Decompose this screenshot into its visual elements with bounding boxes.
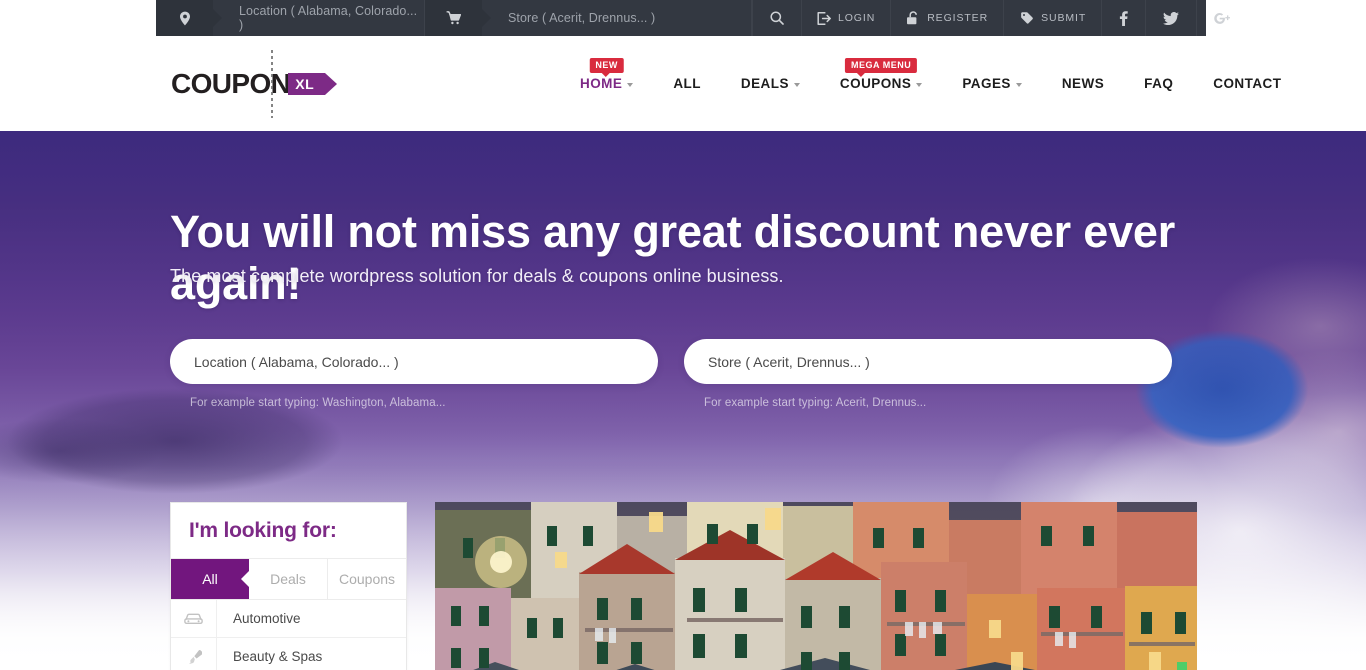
tab-deals-label: Deals bbox=[270, 571, 306, 587]
nav-item-coupons[interactable]: MEGA MENU COUPONS bbox=[820, 36, 942, 131]
top-bar-store-field[interactable]: Store ( Acerit, Drennus... ) bbox=[482, 0, 752, 36]
promo-image-graphic bbox=[435, 502, 1197, 670]
site-header: COUPON XL NEW HOME ALL DEALS MEGA MENU C… bbox=[0, 36, 1366, 131]
google-plus-icon bbox=[1214, 12, 1231, 25]
logo-tag-badge: XL bbox=[288, 72, 338, 95]
tag-icon bbox=[1019, 11, 1034, 25]
top-bar-search-button[interactable] bbox=[752, 0, 801, 36]
hero-search-row: For example start typing: Washington, Al… bbox=[170, 339, 1172, 409]
top-bar-register-label: REGISTER bbox=[927, 12, 989, 25]
content-section: I'm looking for: All Deals Coupons Autom… bbox=[0, 502, 1366, 670]
hero-location-input[interactable] bbox=[170, 339, 658, 384]
tab-coupons-label: Coupons bbox=[338, 571, 396, 587]
hero-store-hint: For example start typing: Acerit, Drennu… bbox=[704, 397, 927, 409]
hero-subheading: The most complete wordpress solution for… bbox=[170, 266, 784, 286]
nav-item-all-label: ALL bbox=[673, 76, 701, 91]
top-bar-login-button[interactable]: LOGIN bbox=[801, 0, 890, 36]
nav-item-news[interactable]: NEWS bbox=[1042, 36, 1124, 131]
promo-image[interactable] bbox=[435, 502, 1197, 670]
nav-item-deals-label: DEALS bbox=[740, 76, 789, 91]
category-row-beauty-spas[interactable]: Beauty & Spas bbox=[171, 638, 406, 670]
nav-item-contact[interactable]: CONTACT bbox=[1193, 36, 1301, 131]
top-bar-facebook-button[interactable] bbox=[1101, 0, 1145, 36]
nav-item-all[interactable]: ALL bbox=[653, 36, 721, 131]
nav-item-contact-label: CONTACT bbox=[1213, 76, 1282, 91]
top-bar-register-button[interactable]: REGISTER bbox=[890, 0, 1003, 36]
nav-badge-new: NEW bbox=[589, 58, 624, 77]
login-icon bbox=[817, 11, 831, 25]
top-bar-inner: Location ( Alabama, Colorado... ) Store … bbox=[156, 0, 1231, 36]
hero-location-hint: For example start typing: Washington, Al… bbox=[190, 397, 446, 409]
nav-item-pages[interactable]: PAGES bbox=[942, 36, 1042, 131]
unlock-icon bbox=[906, 11, 920, 25]
logo-perforation-line bbox=[271, 49, 273, 118]
nav-item-deals[interactable]: DEALS bbox=[721, 36, 820, 131]
tab-coupons[interactable]: Coupons bbox=[328, 559, 406, 599]
tab-deals[interactable]: Deals bbox=[249, 559, 328, 599]
top-bar: Location ( Alabama, Colorado... ) Store … bbox=[0, 0, 1366, 36]
top-bar-login-label: LOGIN bbox=[838, 12, 876, 25]
twitter-icon bbox=[1163, 11, 1180, 25]
map-pin-icon bbox=[156, 0, 222, 36]
hero-location-group: For example start typing: Washington, Al… bbox=[170, 339, 658, 409]
top-bar-google-plus-button[interactable] bbox=[1196, 0, 1248, 36]
nav-item-pages-label: PAGES bbox=[962, 76, 1011, 91]
site-logo[interactable]: COUPON XL bbox=[171, 49, 338, 118]
facebook-icon bbox=[1119, 10, 1128, 26]
chevron-down-icon bbox=[1015, 82, 1022, 87]
page-root: Location ( Alabama, Colorado... ) Store … bbox=[0, 0, 1366, 670]
looking-for-title: I'm looking for: bbox=[189, 519, 337, 542]
nav-badge-mega-menu: MEGA MENU bbox=[845, 58, 918, 77]
top-bar-location-field[interactable]: Location ( Alabama, Colorado... ) bbox=[213, 0, 425, 36]
car-icon bbox=[171, 600, 217, 637]
top-bar-location-value: Location ( Alabama, Colorado... ) bbox=[239, 4, 418, 32]
search-icon bbox=[770, 11, 784, 25]
category-label-beauty-spas: Beauty & Spas bbox=[233, 649, 323, 664]
paintbrush-icon bbox=[171, 638, 217, 670]
category-label-automotive: Automotive bbox=[233, 611, 301, 626]
nav-item-home[interactable]: NEW HOME bbox=[560, 36, 653, 131]
chevron-down-icon bbox=[793, 82, 800, 87]
looking-for-panel: I'm looking for: All Deals Coupons Autom… bbox=[170, 502, 407, 670]
nav-item-faq-label: FAQ bbox=[1144, 76, 1174, 91]
main-navigation: NEW HOME ALL DEALS MEGA MENU COUPONS PAG… bbox=[560, 36, 1301, 131]
hero-store-input[interactable] bbox=[684, 339, 1172, 384]
nav-item-faq[interactable]: FAQ bbox=[1124, 36, 1193, 131]
nav-item-coupons-label: COUPONS bbox=[839, 76, 912, 91]
shopping-cart-icon bbox=[425, 0, 491, 36]
top-bar-twitter-button[interactable] bbox=[1145, 0, 1196, 36]
chevron-down-icon bbox=[627, 82, 634, 87]
top-bar-store-value: Store ( Acerit, Drennus... ) bbox=[508, 11, 656, 25]
content-inner: I'm looking for: All Deals Coupons Autom… bbox=[170, 502, 1197, 670]
top-bar-submit-button[interactable]: SUBMIT bbox=[1003, 0, 1101, 36]
chevron-down-icon bbox=[916, 82, 923, 87]
looking-for-tabs: All Deals Coupons bbox=[171, 558, 406, 600]
top-bar-submit-label: SUBMIT bbox=[1041, 12, 1087, 25]
nav-item-home-label: HOME bbox=[580, 76, 623, 91]
category-row-automotive[interactable]: Automotive bbox=[171, 600, 406, 638]
hero-heading: You will not miss any great discount nev… bbox=[170, 206, 1176, 309]
tab-all[interactable]: All bbox=[171, 559, 249, 599]
hero-store-group: For example start typing: Acerit, Drennu… bbox=[684, 339, 1172, 409]
nav-item-news-label: NEWS bbox=[1061, 76, 1105, 91]
tab-all-label: All bbox=[202, 571, 218, 587]
